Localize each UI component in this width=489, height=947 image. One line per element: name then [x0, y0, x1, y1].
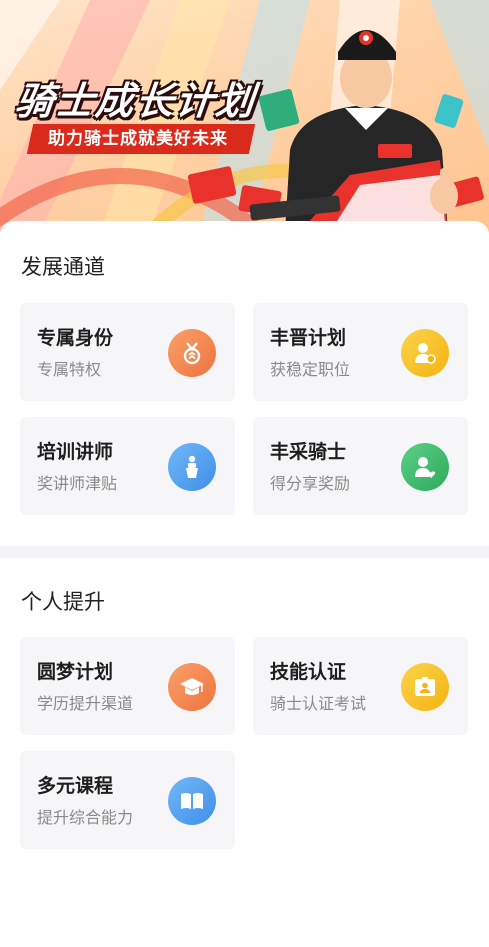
- card-skill-certification[interactable]: 技能认证 骑士认证考试: [253, 637, 468, 735]
- card-desc: 学历提升渠道: [37, 694, 134, 713]
- card-desc: 奖讲师津贴: [37, 474, 118, 493]
- card-title: 丰晋计划: [270, 327, 347, 349]
- card-dream-plan[interactable]: 圆梦计划 学历提升渠道: [20, 637, 235, 735]
- book-icon: [168, 777, 216, 825]
- user-heart-icon: [401, 443, 449, 491]
- card-fengcai-rider[interactable]: 丰采骑士 得分享奖励: [253, 417, 468, 515]
- card-title: 专属身份: [37, 327, 114, 349]
- card-exclusive-identity[interactable]: 专属身份 专属特权: [20, 303, 235, 401]
- card-title: 技能认证: [270, 661, 347, 683]
- card-title: 丰采骑士: [270, 441, 347, 463]
- podium-icon: [168, 443, 216, 491]
- content-sheet: 发展通道 专属身份 专属特权 丰晋计划 获稳定职位 培训讲师 奖讲师津贴 丰采骑…: [0, 221, 489, 947]
- card-title: 培训讲师: [37, 441, 114, 463]
- graduation-cap-icon: [168, 663, 216, 711]
- banner: 骑士成长计划 助力骑士成就美好未来: [0, 0, 489, 232]
- medal-icon: [168, 329, 216, 377]
- card-desc: 专属特权: [37, 360, 102, 379]
- card-desc: 获稳定职位: [270, 360, 351, 379]
- section-title-personal: 个人提升: [21, 590, 105, 614]
- card-desc: 骑士认证考试: [270, 694, 367, 713]
- card-title: 多元课程: [37, 775, 114, 797]
- section-divider: [0, 546, 489, 558]
- card-diverse-courses[interactable]: 多元课程 提升综合能力: [20, 751, 235, 849]
- card-desc: 提升综合能力: [37, 808, 134, 827]
- banner-subtitle: 助力骑士成就美好未来: [26, 124, 256, 154]
- card-fengjin-plan[interactable]: 丰晋计划 获稳定职位: [253, 303, 468, 401]
- banner-title: 骑士成长计划: [13, 79, 258, 123]
- card-desc: 得分享奖励: [270, 474, 351, 493]
- section-title-development: 发展通道: [21, 255, 105, 279]
- card-title: 圆梦计划: [37, 661, 114, 683]
- card-training-lecturer[interactable]: 培训讲师 奖讲师津贴: [20, 417, 235, 515]
- id-card-icon: [401, 663, 449, 711]
- user-badge-icon: [401, 329, 449, 377]
